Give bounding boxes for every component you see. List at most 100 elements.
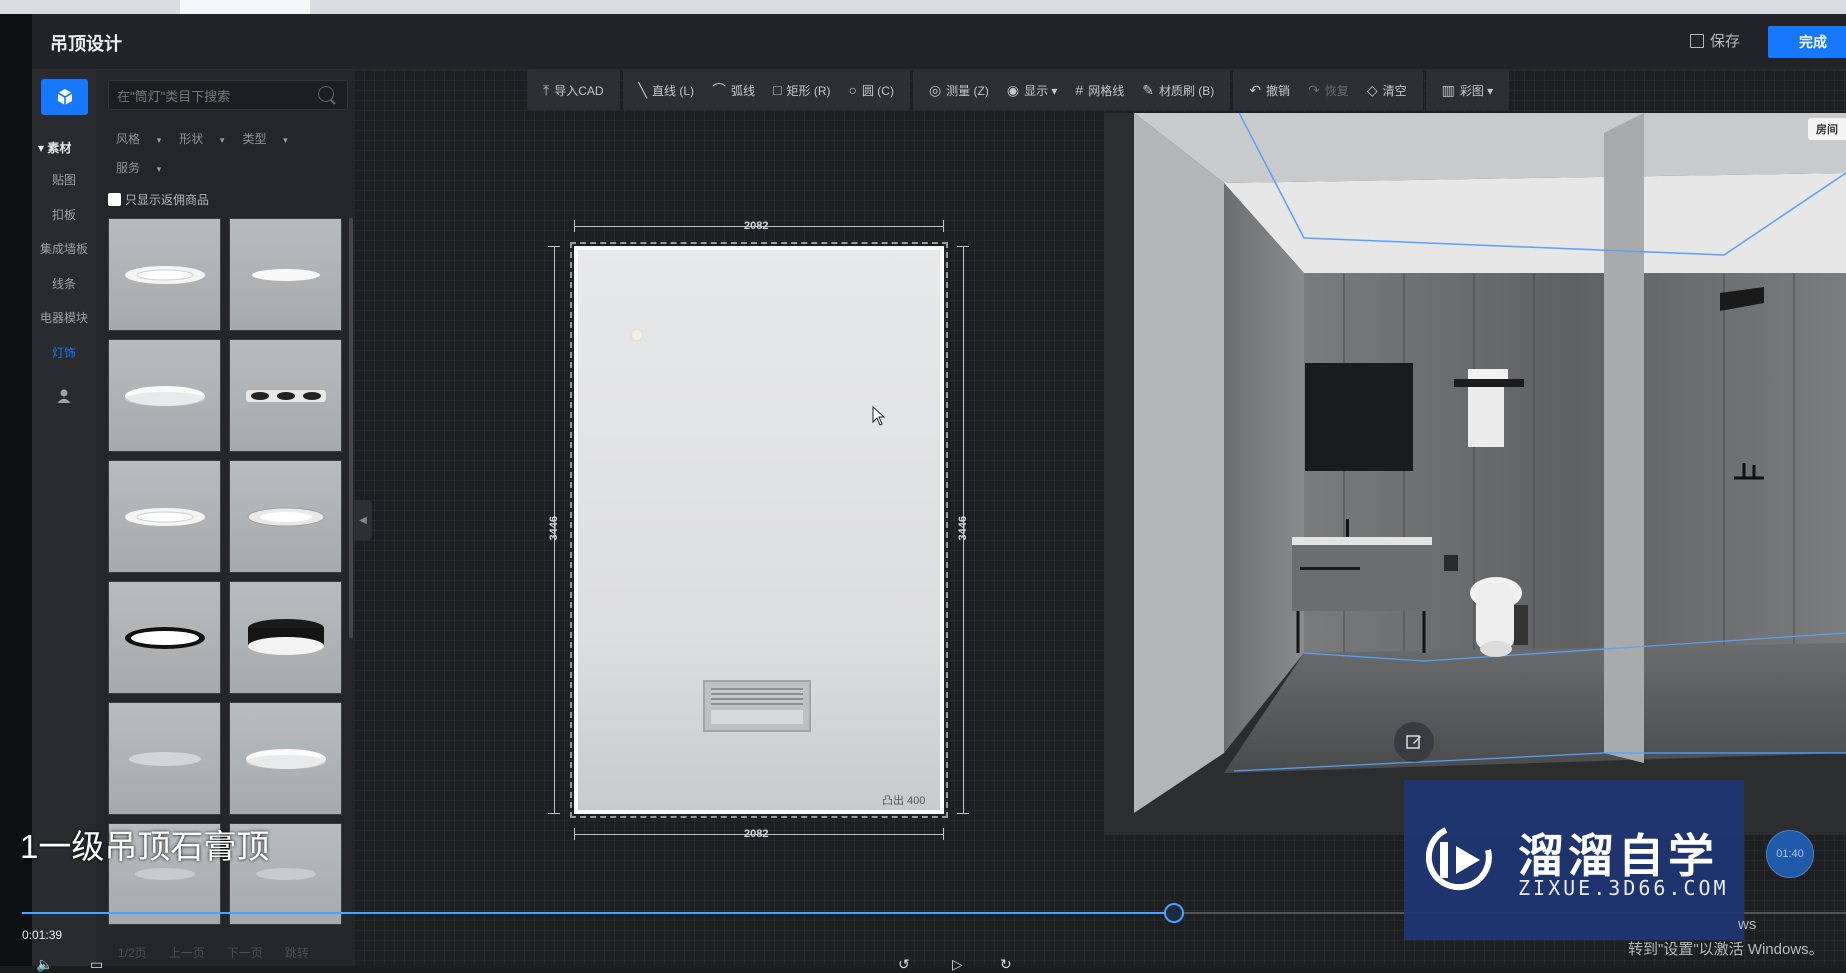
rect-tool[interactable]: □ 矩形 (R) (773, 82, 830, 99)
filter-style[interactable]: 风格 ▾ (116, 130, 161, 147)
pager-next[interactable]: 下一页 (227, 944, 263, 961)
save-button[interactable]: 保存 (1690, 30, 1740, 51)
tool-label: 材质刷 (B) (1158, 83, 1215, 98)
dimension-top-tick-left (574, 220, 575, 232)
redo-icon: ↷ (1308, 81, 1320, 98)
tool-label: 直线 (L) (651, 83, 694, 98)
sidebar-item-texture[interactable]: 贴图 (32, 171, 96, 188)
thumbnail-item[interactable] (229, 339, 342, 452)
map-icon: ▥ (1441, 81, 1455, 98)
3d-preview[interactable] (1104, 113, 1846, 835)
library-pager: 1/2页 上一页 下一页 跳转 (118, 944, 309, 961)
arc-tool[interactable]: ⌒ 弧线 (712, 80, 755, 100)
measure-tool[interactable]: ◎ 测量 (Z) (929, 82, 989, 99)
mouse-cursor-icon (872, 405, 886, 431)
thumbnail-item[interactable] (108, 218, 221, 331)
import-tool[interactable]: ⤒ 导入CAD (543, 82, 604, 99)
thumbnail-item[interactable] (108, 702, 221, 815)
dimension-bottom-label: 2082 (744, 828, 769, 840)
eye-tool[interactable]: ◉ 显示 ▾ (1007, 82, 1058, 99)
eraser-tool[interactable]: ◇ 清空 (1367, 82, 1407, 99)
sidebar-section-header[interactable]: ▾ 素材 (38, 139, 71, 156)
thumbnail-item[interactable] (229, 702, 342, 815)
dimension-top-label: 2082 (744, 220, 769, 232)
pager-jump[interactable]: 跳转 (285, 944, 309, 961)
dimension-left-tick-bottom (548, 813, 560, 814)
save-label: 保存 (1710, 33, 1741, 50)
checkbox-box[interactable] (108, 193, 121, 206)
grid-tool[interactable]: # 网格线 (1075, 82, 1124, 99)
circle-tool[interactable]: ○ 圆 (C) (848, 82, 893, 99)
room-tab[interactable]: 房间 (1808, 118, 1846, 140)
toolbar-group: ╲ 直线 (L) ⌒ 弧线 □ 矩形 (R) ○ 圆 (C) (622, 70, 910, 110)
toolbar-group: ◎ 测量 (Z) ◉ 显示 ▾ # 网格线 ✎ 材质刷 (B) (912, 70, 1231, 110)
edit-view-button[interactable] (1394, 722, 1434, 762)
play-icon[interactable]: ▷ (952, 956, 963, 973)
thumbnail-item[interactable] (108, 339, 221, 452)
only-rebate-label: 只显示返佣商品 (125, 193, 210, 207)
user-icon[interactable] (56, 388, 72, 409)
filter-row: 风格 ▾ 形状 ▾ 类型 ▾ (116, 130, 288, 147)
thumbnail-item[interactable] (108, 581, 221, 694)
toolbar-group: ⤒ 导入CAD (527, 70, 620, 110)
redo-tool[interactable]: ↷ 恢复 (1308, 82, 1349, 99)
bathroom-render (1104, 113, 1846, 835)
search-icon[interactable] (318, 86, 334, 102)
thumbnail-item[interactable] (108, 460, 221, 573)
tool-label: 矩形 (R) (786, 83, 831, 98)
thumbnail-item[interactable] (229, 581, 342, 694)
lamp-icon (128, 751, 201, 766)
lamp-icon (247, 618, 324, 655)
only-rebate-checkbox[interactable]: 只显示返佣商品 (108, 191, 209, 208)
ceiling-light-marker[interactable] (632, 330, 642, 340)
sidebar-item-panel[interactable]: 扣板 (32, 206, 96, 223)
lamp-icon (124, 626, 205, 649)
filter-shape[interactable]: 形状 ▾ (179, 130, 224, 147)
search-input[interactable]: 在"筒灯"类目下搜索 (108, 80, 348, 110)
exhaust-vent[interactable] (703, 680, 811, 732)
thumbnail-item[interactable] (229, 460, 342, 573)
screen-icon[interactable]: ▭ (90, 956, 103, 973)
browser-top-strip (0, 0, 1846, 14)
line-tool[interactable]: ╲ 直线 (L) (639, 82, 694, 99)
toolbar-group: ▥ 彩图 ▾ (1425, 70, 1510, 110)
line-icon: ╲ (638, 81, 647, 98)
filter-type[interactable]: 类型 ▾ (242, 130, 287, 147)
library-scrollbar[interactable] (349, 218, 353, 638)
browser-tab[interactable] (180, 0, 310, 14)
page-title: 吊顶设计 (50, 34, 122, 54)
map-tool[interactable]: ▥ 彩图 ▾ (1442, 82, 1494, 99)
windows-activation-notice: 转到"设置"以激活 Windows。 (1628, 941, 1824, 958)
thumbnail-item[interactable] (229, 218, 342, 331)
sidebar-item-moulding[interactable]: 线条 (32, 275, 96, 292)
tool-label: 显示 ▾ (1024, 83, 1058, 98)
eye-icon: ◉ (1006, 81, 1020, 98)
raise-label: 凸出 400 (882, 795, 926, 807)
sidebar-item-appliance[interactable]: 电器模块 (32, 309, 96, 326)
caret-down-icon: ▾ (38, 141, 48, 155)
done-button[interactable]: 完成 (1768, 26, 1846, 58)
dimension-left-tick-top (548, 246, 560, 247)
lamp-icon (124, 385, 205, 406)
pager-prev[interactable]: 上一页 (169, 944, 205, 961)
collapse-panel-button[interactable]: ◀ (354, 500, 372, 540)
lamp-icon (245, 748, 326, 769)
rewind-icon[interactable]: ↺ (898, 956, 910, 973)
volume-icon[interactable]: 🔈 (36, 956, 53, 973)
sidebar-item-wallboard[interactable]: 集成墙板 (32, 240, 96, 257)
brush-tool[interactable]: ✎ 材质刷 (B) (1142, 82, 1214, 99)
undo-icon: ↶ (1249, 81, 1262, 98)
lamp-icon (245, 389, 326, 402)
undo-tool[interactable]: ↶ 撤销 (1249, 82, 1290, 99)
filter-service[interactable]: 服务 ▾ (116, 159, 161, 176)
sidebar-section-label: 素材 (47, 141, 72, 155)
tool-label: 清空 (1382, 83, 1407, 98)
tool-label: 网格线 (1088, 83, 1125, 98)
sidebar-item-lighting[interactable]: 灯饰 (32, 344, 96, 361)
video-subtitle: 1一级吊顶石膏顶 (20, 828, 270, 865)
material-library-button[interactable] (41, 79, 88, 115)
video-progress-fill (22, 912, 1173, 914)
watermark-subtitle: ZIXUE.3D66.COM (1518, 876, 1729, 900)
forward-icon[interactable]: ↻ (1000, 956, 1012, 973)
dimension-right-label: 3446 (957, 516, 969, 541)
